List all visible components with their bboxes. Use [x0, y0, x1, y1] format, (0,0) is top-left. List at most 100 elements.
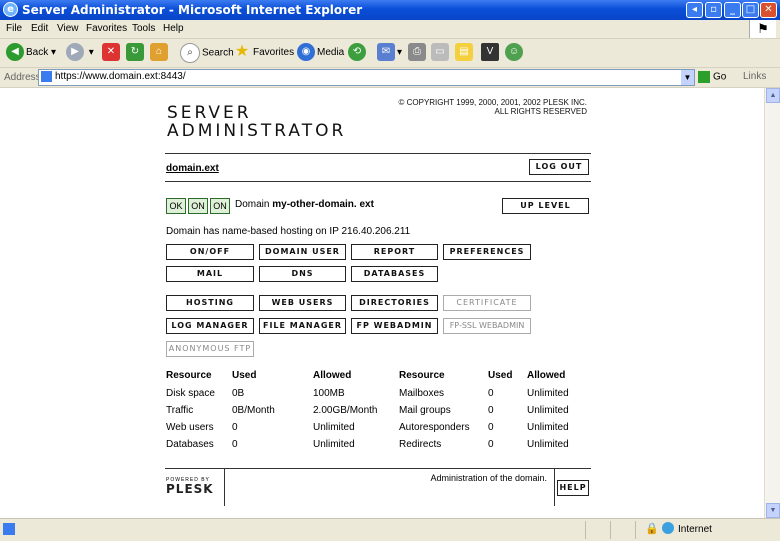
browser-toolbar: ◀ Back ▾ ▶ ▾ ✕ ↻ ⌂ ⌕ Search ★ Favorites ◉ Me… [0, 39, 780, 68]
search-button[interactable]: ⌕ Search [180, 43, 234, 63]
help-button[interactable]: HELP [557, 480, 589, 496]
go-button[interactable]: Go [698, 71, 726, 83]
menu-edit[interactable]: Edit [31, 23, 48, 34]
table-cell: 0 [488, 439, 494, 450]
vr-button[interactable]: V [481, 43, 501, 63]
page-content: SERVER ADMINISTRATOR © COPYRIGHT 1999, 2… [0, 88, 764, 518]
table-cell: 100MB [313, 388, 345, 399]
media-icon: ◉ [297, 43, 315, 62]
table-cell: Mailboxes [399, 388, 445, 399]
forward-arrow-icon: ▶ [66, 43, 84, 62]
status-bar: 🔒 Internet [0, 518, 780, 541]
page-status-icon [3, 523, 15, 535]
table-cell: Unlimited [527, 388, 569, 399]
brand-title: SERVER ADMINISTRATOR [167, 103, 347, 141]
column-header: Allowed [527, 370, 566, 381]
menu-view[interactable]: View [57, 23, 79, 34]
status-section [610, 521, 611, 539]
table-cell: Unlimited [527, 422, 569, 433]
menu-tools[interactable]: Tools [132, 23, 155, 34]
restore-window-icon[interactable]: ▫ [705, 2, 722, 18]
scroll-up-icon[interactable]: ▲ [766, 88, 780, 103]
vr-icon: V [481, 43, 499, 62]
home-icon: ⌂ [150, 43, 168, 62]
menu-file[interactable]: File [6, 23, 22, 34]
table-cell: Disk space [166, 388, 215, 399]
anonymous-ftp-button[interactable]: ANONYMOUS FTP [166, 341, 254, 357]
fp-webadmin-button[interactable]: FP WEBADMIN [351, 318, 438, 334]
links-button[interactable]: Links [743, 71, 766, 82]
table-cell: Web users [166, 422, 214, 433]
hosting-info: Domain has name-based hosting on IP 216.… [166, 226, 411, 237]
dns-button[interactable]: DNS [259, 266, 346, 282]
mail-button[interactable]: MAIL [166, 266, 254, 282]
address-dropdown-icon[interactable]: ▼ [681, 70, 694, 85]
edit-button[interactable]: ▭ [431, 43, 451, 63]
table-cell: Unlimited [527, 405, 569, 416]
back-arrow-icon: ◀ [6, 43, 24, 62]
web-users-button[interactable]: WEB USERS [259, 295, 346, 311]
forward-button[interactable]: ▶ ▾ [66, 43, 94, 63]
plesk-logo: POWERED BY PLESK [166, 477, 214, 496]
address-label: Address [4, 72, 41, 83]
logout-button[interactable]: LOG OUT [529, 159, 589, 175]
discuss-button[interactable]: ▤ [455, 43, 475, 63]
messenger-button[interactable]: ☺ [505, 43, 525, 63]
vertical-scrollbar[interactable]: ▲ ▼ [764, 88, 780, 518]
address-url[interactable]: https://www.domain.ext:8443/ [55, 71, 186, 82]
table-cell: 0 [488, 405, 494, 416]
status-section [635, 521, 636, 539]
mail-button[interactable]: ✉ ▾ [377, 43, 402, 63]
preferences-button[interactable]: PREFERENCES [443, 244, 531, 260]
status-section [585, 521, 586, 539]
divider [165, 468, 591, 469]
report-button[interactable]: REPORT [351, 244, 438, 260]
minimize-button[interactable]: _ [724, 2, 741, 18]
status-badge-on: ON [210, 198, 230, 214]
divider [554, 468, 555, 506]
maximize-button[interactable]: □ [742, 2, 759, 18]
table-cell: Unlimited [313, 439, 355, 450]
certificate-button[interactable]: CERTIFICATE [443, 295, 531, 311]
refresh-icon: ↻ [126, 43, 144, 62]
divider [165, 181, 591, 182]
directories-button[interactable]: DIRECTORIES [351, 295, 438, 311]
menu-favorites[interactable]: Favorites [86, 23, 127, 34]
window-titlebar: e Server Administrator - Microsoft Inter… [0, 0, 780, 20]
refresh-button[interactable]: ↻ [126, 43, 146, 63]
domain-link[interactable]: domain.ext [166, 163, 219, 174]
fp-ssl-webadmin-button[interactable]: FP-SSL WEBADMIN [443, 318, 531, 334]
messenger-icon: ☺ [505, 43, 523, 62]
menu-help[interactable]: Help [163, 23, 184, 34]
address-input[interactable]: https://www.domain.ext:8443/ ▼ [38, 69, 695, 86]
favorites-button[interactable]: ★ Favorites [233, 43, 294, 63]
ie-logo-icon: e [3, 2, 18, 17]
domain-user-button[interactable]: DOMAIN USER [259, 244, 346, 260]
status-badge-on: ON [188, 198, 208, 214]
hosting-button[interactable]: HOSTING [166, 295, 254, 311]
internet-zone-icon [662, 522, 674, 534]
star-icon: ★ [234, 43, 250, 61]
on-off-button[interactable]: ON/OFF [166, 244, 254, 260]
scroll-down-icon[interactable]: ▼ [766, 503, 780, 518]
up-level-button[interactable]: UP LEVEL [502, 198, 589, 214]
search-icon: ⌕ [180, 43, 200, 63]
table-cell: Redirects [399, 439, 442, 450]
table-cell: Unlimited [313, 422, 355, 433]
close-button[interactable]: ✕ [760, 2, 777, 18]
stop-button[interactable]: ✕ [102, 43, 122, 63]
table-cell: Unlimited [527, 439, 569, 450]
log-manager-button[interactable]: LOG MANAGER [166, 318, 254, 334]
menu-bar: File Edit View Favorites Tools Help [0, 20, 780, 39]
help-window-icon[interactable]: ◂ [686, 2, 703, 18]
home-button[interactable]: ⌂ [150, 43, 170, 63]
column-header: Resource [399, 370, 445, 381]
table-cell: Mail groups [399, 405, 451, 416]
history-button[interactable]: ⟲ [348, 43, 368, 63]
print-button[interactable]: ⎙ [408, 43, 428, 63]
file-manager-button[interactable]: FILE MANAGER [259, 318, 346, 334]
back-button[interactable]: ◀ Back ▾ [6, 43, 56, 63]
databases-button[interactable]: DATABASES [351, 266, 438, 282]
media-button[interactable]: ◉ Media [297, 43, 344, 63]
table-cell: 2.00GB/Month [313, 405, 378, 416]
